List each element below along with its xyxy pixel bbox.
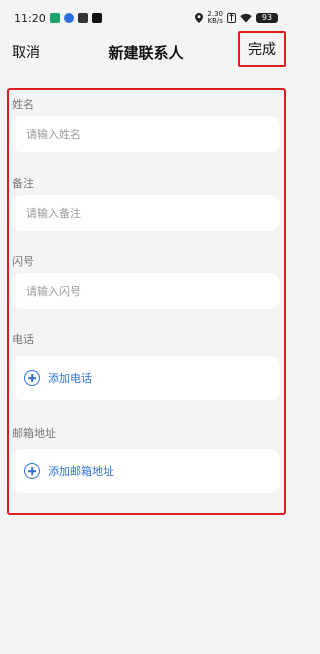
name-label: 姓名 xyxy=(12,98,34,111)
header: 取消 新建联系人 完成 xyxy=(0,30,292,74)
location-icon xyxy=(195,13,204,23)
cancel-button[interactable]: 取消 xyxy=(12,42,40,62)
flash-label: 闪号 xyxy=(12,255,34,268)
phone-label: 电话 xyxy=(12,333,34,346)
status-left: 11:20 xyxy=(14,12,102,25)
data-icon xyxy=(227,13,236,23)
note-input[interactable] xyxy=(24,205,268,221)
note-field[interactable] xyxy=(12,195,280,231)
battery-icon: 93 xyxy=(256,13,278,23)
chat-notification-icon xyxy=(63,13,74,23)
wifi-icon xyxy=(240,13,252,23)
add-phone-label: 添加电话 xyxy=(48,372,92,385)
add-circle-icon xyxy=(24,463,40,479)
status-time: 11:20 xyxy=(14,11,46,25)
add-email-button[interactable]: 添加邮箱地址 xyxy=(12,449,280,493)
note-label: 备注 xyxy=(12,177,34,190)
status-right: 2.30 KB/s 93 xyxy=(195,11,278,25)
email-label: 邮箱地址 xyxy=(12,427,56,440)
done-button[interactable]: 完成 xyxy=(248,39,276,59)
tiktok-notification-icon xyxy=(91,13,102,23)
network-speed: 2.30 KB/s xyxy=(207,11,223,25)
name-input[interactable] xyxy=(24,126,268,142)
name-field[interactable] xyxy=(12,116,280,152)
done-button-highlight: 完成 xyxy=(238,31,286,67)
add-email-label: 添加邮箱地址 xyxy=(48,465,114,478)
add-circle-icon xyxy=(24,370,40,386)
add-phone-button[interactable]: 添加电话 xyxy=(12,356,280,400)
app-notification-icon xyxy=(49,13,60,23)
flash-input[interactable] xyxy=(24,283,268,299)
flash-field[interactable] xyxy=(12,273,280,309)
mail-notification-icon xyxy=(77,13,88,23)
network-speed-unit: KB/s xyxy=(207,17,223,25)
